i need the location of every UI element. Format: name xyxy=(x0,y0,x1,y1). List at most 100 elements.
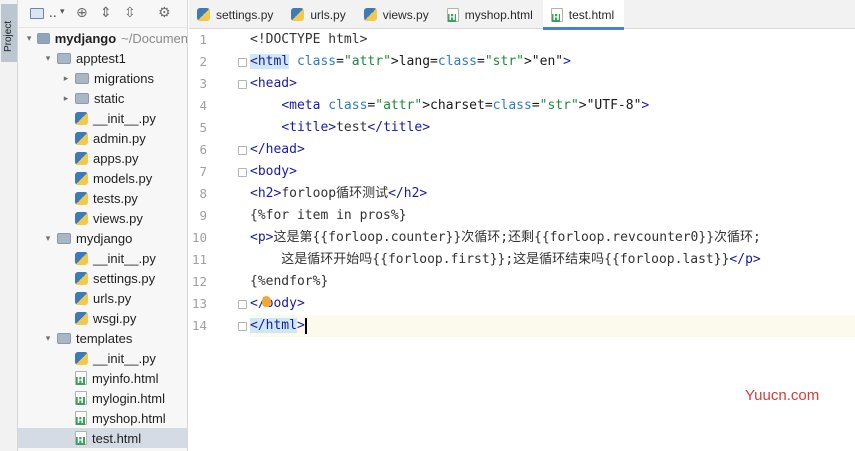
python-file-icon xyxy=(75,211,88,225)
chevron-down-icon[interactable]: ▾ xyxy=(24,33,34,44)
tree-item[interactable]: wsgi.py xyxy=(18,308,187,328)
project-view-dropdown-label[interactable]: .. xyxy=(49,6,57,20)
html-file-icon xyxy=(75,431,87,445)
tree-item-label: myinfo.html xyxy=(92,370,159,386)
tree-item[interactable]: tests.py xyxy=(18,188,187,208)
expand-all-icon[interactable]: ⇕ xyxy=(100,5,112,21)
tree-item-label: settings.py xyxy=(93,270,156,286)
code-line[interactable]: <body> xyxy=(250,161,855,183)
python-file-icon xyxy=(75,291,88,305)
intention-bulb-icon[interactable] xyxy=(262,296,271,307)
line-number: 11 xyxy=(191,252,207,267)
chevron-down-icon[interactable]: ▾ xyxy=(42,53,54,64)
fold-marker-icon[interactable] xyxy=(238,300,247,309)
editor-tab-label: views.py xyxy=(382,7,429,22)
tree-item[interactable]: myshop.html xyxy=(18,408,187,428)
editor-tab-label: test.html xyxy=(568,7,615,22)
tree-item-label: templates xyxy=(76,330,133,346)
tree-item-label: __init__.py xyxy=(93,350,156,366)
chevron-down-icon[interactable]: ▾ xyxy=(42,233,54,244)
code-line[interactable]: <p>这是第{{forloop.counter}}次循环;还剩{{forloop… xyxy=(250,227,855,249)
python-file-icon xyxy=(75,351,88,365)
line-number: 6 xyxy=(199,142,207,157)
tree-item[interactable]: ▾ mydjango xyxy=(18,228,187,248)
fold-marker-icon[interactable] xyxy=(238,322,247,331)
project-tool-tab[interactable]: Project xyxy=(1,4,17,62)
code-line[interactable]: </body> xyxy=(250,293,855,315)
tree-item[interactable]: __init__.py xyxy=(18,348,187,368)
line-number: 5 xyxy=(199,120,207,135)
tree-item[interactable]: models.py xyxy=(18,168,187,188)
line-number: 9 xyxy=(199,208,207,223)
line-number: 8 xyxy=(199,186,207,201)
locate-icon[interactable]: ⊕ xyxy=(76,5,88,21)
code-line[interactable]: </head> xyxy=(250,139,855,161)
tree-item[interactable]: myinfo.html xyxy=(18,368,187,388)
line-number: 14 xyxy=(191,318,207,333)
editor-tab-label: myshop.html xyxy=(464,7,533,22)
tree-item[interactable]: ▾ apptest1 xyxy=(18,48,187,68)
tree-item[interactable]: ▾ templates xyxy=(18,328,187,348)
code-line[interactable]: <!DOCTYPE html> xyxy=(250,29,855,51)
tree-item-label: mylogin.html xyxy=(92,390,165,406)
tree-item[interactable]: settings.py xyxy=(18,268,187,288)
code-line[interactable]: {%endfor%} xyxy=(250,271,855,293)
collapse-all-icon[interactable]: ⇳ xyxy=(124,5,136,21)
tree-item-label: mydjango xyxy=(54,30,117,46)
html-file-icon xyxy=(75,411,87,425)
gear-icon[interactable]: ⚙ xyxy=(158,5,171,21)
code-line[interactable]: <html class="attr">lang=class="str">"en"… xyxy=(250,51,855,73)
tree-item[interactable]: ▸ static xyxy=(18,88,187,108)
tree-item-label: tests.py xyxy=(93,190,138,206)
editor-tab[interactable]: test.html xyxy=(542,0,625,30)
line-number: 13 xyxy=(191,296,207,311)
fold-marker-icon[interactable] xyxy=(238,168,247,177)
python-file-icon xyxy=(75,131,88,145)
chevron-down-icon[interactable]: ▾ xyxy=(60,7,65,17)
editor-tab[interactable]: myshop.html xyxy=(439,0,543,29)
tree-item[interactable]: apps.py xyxy=(18,148,187,168)
code-line[interactable]: <h2>forloop循环测试</h2> xyxy=(250,183,855,205)
tree-item[interactable]: __init__.py xyxy=(18,248,187,268)
fold-marker-icon[interactable] xyxy=(238,80,247,89)
tree-item[interactable]: urls.py xyxy=(18,288,187,308)
text-caret xyxy=(304,317,307,334)
chevron-right-icon[interactable]: ▸ xyxy=(60,73,72,84)
tree-item[interactable]: admin.py xyxy=(18,128,187,148)
code-line[interactable]: <head> xyxy=(250,73,855,95)
html-file-icon xyxy=(446,7,459,22)
tree-item[interactable]: mylogin.html xyxy=(18,388,187,408)
fold-marker-icon[interactable] xyxy=(238,146,247,155)
folder-icon xyxy=(57,52,71,64)
tree-item[interactable]: ▾ mydjango ~/Documen xyxy=(18,28,187,48)
watermark: Yuucn.com xyxy=(745,387,820,404)
line-number: 4 xyxy=(199,98,207,113)
project-panel: .. ▾ ⊕ ⇕ ⇳ ⚙ ▾ mydjango ~/Documen ▾ apptest1… xyxy=(18,0,188,451)
html-file-icon xyxy=(75,371,87,385)
code-line[interactable]: <title>test</title> xyxy=(250,117,855,139)
editor-tab-bar: settings.py urls.py views.py myshop.html tes… xyxy=(189,0,855,30)
tree-item-label: admin.py xyxy=(93,130,146,146)
project-view-folder-icon[interactable] xyxy=(30,8,44,19)
editor-tab[interactable]: urls.py xyxy=(283,0,355,29)
python-file-icon xyxy=(75,191,88,205)
code-line[interactable]: {%for item in pros%} xyxy=(250,205,855,227)
code-line[interactable]: 这是循环开始吗{{forloop.first}};这是循环结束吗{{forloo… xyxy=(250,249,855,271)
chevron-right-icon[interactable]: ▸ xyxy=(60,93,72,104)
editor-tab[interactable]: views.py xyxy=(356,0,439,29)
python-file-icon xyxy=(75,171,88,185)
line-number-gutter: 1 2 3 4 5 6 7 8 9 10 11 12 13 14 xyxy=(189,29,233,451)
folder-icon xyxy=(57,232,71,244)
tree-item-label: apps.py xyxy=(93,150,139,166)
chevron-down-icon[interactable]: ▾ xyxy=(42,333,54,344)
editor-tab[interactable]: settings.py xyxy=(189,0,283,29)
tree-item[interactable]: __init__.py xyxy=(18,108,187,128)
tree-item-label: __init__.py xyxy=(93,250,156,266)
fold-marker-icon[interactable] xyxy=(238,58,247,67)
folder-icon xyxy=(37,32,50,44)
tree-item[interactable]: test.html xyxy=(18,428,187,448)
tree-item[interactable]: views.py xyxy=(18,208,187,228)
code-line[interactable]: </html> xyxy=(250,315,855,337)
tree-item[interactable]: ▸ migrations xyxy=(18,68,187,88)
code-line[interactable]: <meta class="attr">charset=class="str">"… xyxy=(250,95,855,117)
